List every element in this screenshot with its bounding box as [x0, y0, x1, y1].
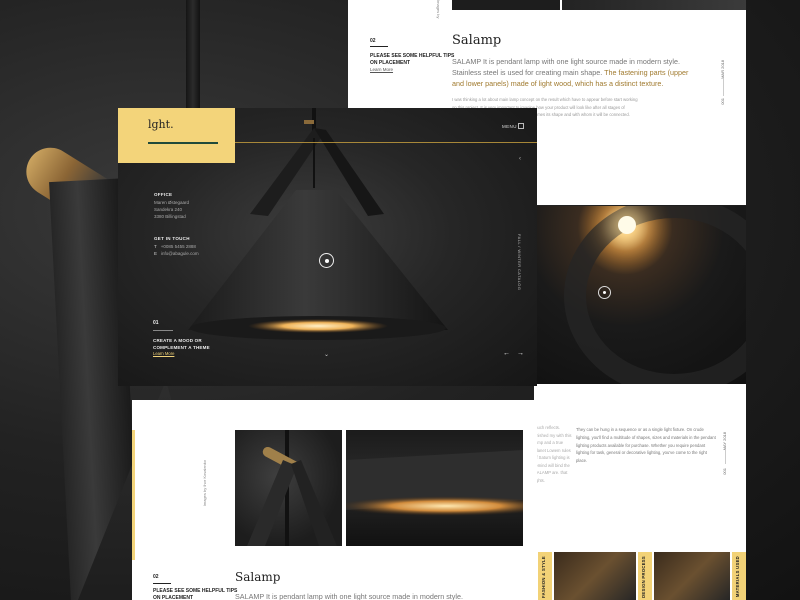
hotspot-dot-icon: [324, 258, 329, 263]
email-label: E: [154, 251, 158, 256]
phone-line: T +0085 5455 2888: [154, 244, 196, 249]
hotspot-dot-icon: [603, 291, 606, 294]
share-icon[interactable]: ‹: [519, 156, 521, 162]
contact-heading: GET IN TOUCH: [154, 236, 190, 241]
scroll-down-icon[interactable]: ⌄: [324, 351, 329, 358]
side-page-number: 001: [720, 98, 725, 105]
side-page-number: 001: [722, 468, 727, 475]
phone-label: T: [154, 244, 157, 249]
menu-icon[interactable]: [518, 123, 524, 129]
catalog-label: FALL / WINTER CATALOG: [517, 234, 522, 291]
side-divider: [725, 450, 726, 464]
usage-text: They can be hung in a sequence or as a s…: [576, 427, 716, 464]
category-label-materials: MATERIALS USED: [735, 556, 740, 598]
image-credit: Images by: [436, 0, 441, 19]
header-rule: [235, 142, 537, 143]
menu-button[interactable]: MENU: [502, 124, 517, 129]
office-heading: OFFICE: [154, 192, 173, 197]
category-image-design[interactable]: [654, 552, 730, 600]
side-date: MAR 2018: [720, 60, 725, 79]
hero-cta-text: CREATE A MOOD OR COMPLEMENT A THEME: [153, 338, 210, 350]
lamp-shade-rim: [564, 206, 746, 384]
product-page-bottom: much reflects. finished my with this lam…: [534, 384, 746, 600]
image-credit: Images by Ihor Kovalenko: [202, 460, 207, 507]
brand-logo[interactable]: lght.: [148, 118, 174, 131]
light-bulb: [618, 216, 636, 234]
lamp-glow-image[interactable]: [346, 430, 523, 546]
image-strip: [452, 0, 560, 10]
accent-bar: [132, 430, 135, 560]
email-address[interactable]: info@abagule.com: [161, 251, 199, 256]
product-page-detail: Images by Ihor Kovalenko 02 PLEASE SEE S…: [132, 400, 537, 600]
office-line: Sandekra 240: [154, 207, 183, 212]
category-image-fashion[interactable]: [554, 552, 636, 600]
lamp-glow-illustration: [346, 450, 523, 516]
tip-text: PLEASE SEE SOME HELPFUL TIPS ON PLACEMEN…: [153, 588, 238, 600]
divider: [370, 46, 388, 47]
logo-panel: [118, 108, 235, 163]
side-divider: [723, 78, 724, 96]
prev-arrow-icon[interactable]: ←: [503, 350, 510, 357]
lamp-closeup-image: [534, 206, 746, 384]
logo-underline: [148, 142, 218, 144]
next-arrow-icon[interactable]: →: [517, 350, 524, 357]
phone-number[interactable]: +0085 5455 2888: [161, 244, 196, 249]
learn-more-link[interactable]: Learn More: [370, 67, 393, 72]
learn-more-link[interactable]: Learn More: [153, 351, 174, 356]
tip-text: PLEASE SEE SOME HELPFUL TIPS ON PLACEMEN…: [370, 53, 455, 66]
lamp-joint-illustration: [247, 430, 337, 546]
lamp-detail-image[interactable]: [235, 430, 342, 546]
image-strip-2: [562, 0, 746, 10]
category-label-design: DESIGN PROCESS: [641, 556, 646, 598]
hero-section-number: 01: [153, 320, 159, 326]
product-description: SALAMP It is pendant lamp with one light…: [452, 56, 692, 89]
product-title: Salamp: [452, 33, 502, 48]
section-number: 02: [370, 38, 376, 44]
category-label-fashion: FASHION & STYLE: [541, 556, 546, 598]
office-line: 3380 Billingstad: [154, 214, 186, 219]
divider: [153, 583, 171, 584]
side-date: MAY 2018: [722, 432, 727, 451]
product-title: Salamp: [235, 570, 281, 584]
section-number: 02: [153, 574, 159, 580]
email-line: Einfo@abagule.com: [154, 251, 199, 256]
divider: [153, 330, 173, 331]
product-description: SALAMP It is pendant lamp with one light…: [235, 592, 463, 600]
office-line: Maren Østegaard: [154, 200, 190, 205]
clipped-text: much reflects. finished my with this lam…: [534, 425, 572, 483]
